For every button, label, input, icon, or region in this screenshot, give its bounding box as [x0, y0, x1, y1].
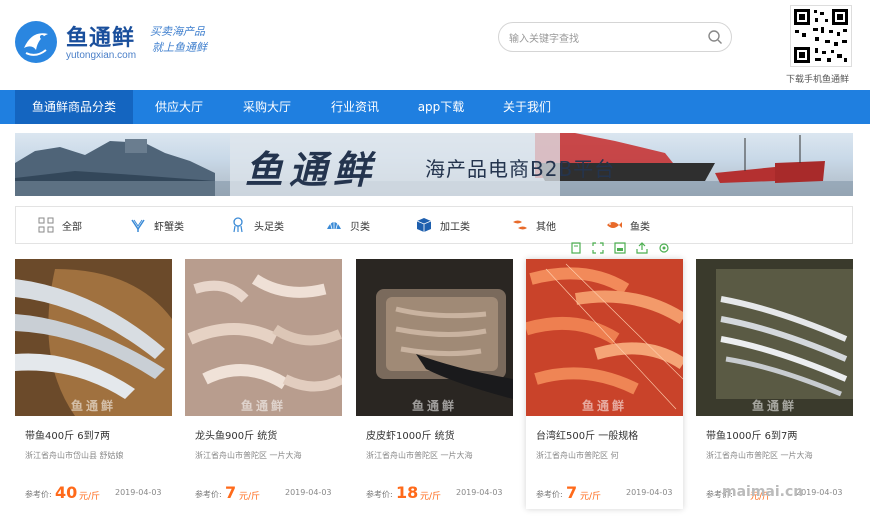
category-label: 全部 [62, 221, 82, 233]
category-label: 其他 [536, 221, 556, 233]
product-date: 2019-04-03 [626, 488, 673, 497]
squid-icon [233, 217, 243, 233]
expand-icon[interactable] [591, 241, 605, 255]
image-toolbar [565, 240, 683, 256]
category-bar: 全部 虾蟹类 头足类 贝类 加工类 其他 鱼类 [15, 206, 853, 244]
product-date: 2019-04-03 [285, 488, 332, 497]
logo-icon[interactable] [14, 20, 58, 64]
category-other[interactable]: 其他 [512, 207, 556, 243]
category-cephalopod[interactable]: 头足类 [230, 207, 284, 243]
mantis-shrimp-photo-icon [356, 259, 513, 416]
product-image[interactable]: 鱼通鲜 [356, 259, 513, 416]
footer-watermark: maimai.cn [722, 484, 804, 500]
category-label: 虾蟹类 [154, 221, 184, 233]
watermark: 鱼通鲜 [240, 399, 286, 413]
box-icon [416, 218, 432, 232]
save-icon[interactable] [613, 241, 627, 255]
product-card[interactable]: 鱼通鲜 带鱼400斤 6到7两 浙江省舟山市岱山县 舒姑娘 参考价: 40 元/… [15, 259, 172, 509]
price-unit: 元/斤 [79, 492, 101, 502]
product-image[interactable]: 鱼通鲜 [185, 259, 342, 416]
product-image[interactable]: 鱼通鲜 [696, 259, 853, 416]
product-title[interactable]: 龙头鱼900斤 统货 [195, 427, 277, 442]
nav-app-download[interactable]: app下载 [402, 90, 480, 124]
price-unit: 元/斤 [239, 492, 261, 502]
logo-text[interactable]: 鱼通鲜 [66, 20, 135, 52]
product-date: 2019-04-03 [456, 488, 503, 497]
product-card[interactable]: 鱼通鲜 龙头鱼900斤 统货 浙江省舟山市普陀区 一片大海 参考价: 7 元/斤… [185, 259, 342, 509]
gear-icon[interactable] [657, 241, 671, 255]
grid-icon [38, 217, 54, 233]
product-location: 浙江省舟山市普陀区 一片大海 [706, 451, 813, 460]
product-location: 浙江省舟山市普陀区 一片大海 [366, 451, 473, 460]
banner-title: 鱼通鲜 [245, 147, 378, 192]
banner-subtitle: 海产品电商B2B平台 [425, 157, 616, 181]
slogan: 买卖海产品 就上鱼通鲜 [150, 24, 207, 56]
category-label: 鱼类 [630, 221, 650, 233]
nav-supply[interactable]: 供应大厅 [140, 90, 218, 124]
category-fish[interactable]: 鱼类 [606, 207, 650, 243]
search-box[interactable]: 输入关键字查找 [498, 22, 732, 52]
qr-code [790, 5, 852, 67]
nav-purchase[interactable]: 采购大厅 [228, 90, 306, 124]
product-image[interactable]: 鱼通鲜 [15, 259, 172, 416]
site-header: 鱼通鲜 yutongxian.com 买卖海产品 就上鱼通鲜 输入关键字查找 下… [0, 0, 870, 90]
product-card[interactable]: 鱼通鲜 带鱼1000斤 6到7两 浙江省舟山市普陀区 一片大海 参考价: 元/斤… [696, 259, 853, 509]
product-location: 浙江省舟山市普陀区 何 [536, 451, 619, 460]
category-all[interactable]: 全部 [38, 207, 82, 243]
banner[interactable]: 鱼通鲜 海产品电商B2B平台 [15, 133, 853, 196]
price-label: 参考价: [536, 490, 563, 499]
product-image[interactable]: 鱼通鲜 [526, 259, 683, 416]
product-date: 2019-04-03 [115, 488, 162, 497]
slogan-line-1: 买卖海产品 [150, 25, 205, 38]
category-processed[interactable]: 加工类 [416, 207, 470, 243]
qr-caption: 下载手机鱼通鲜 [786, 75, 850, 85]
price-value: 40 [55, 483, 78, 502]
search-icon[interactable] [707, 29, 723, 45]
price-label: 参考价: [366, 490, 393, 499]
red-shrimp-photo-icon [526, 259, 683, 416]
qr-code-icon [794, 9, 848, 63]
price-label: 参考价: [25, 490, 52, 499]
price-value: 7 [225, 483, 237, 502]
search-input[interactable]: 输入关键字查找 [509, 30, 579, 45]
product-title[interactable]: 带鱼400斤 6到7两 [25, 427, 110, 442]
category-label: 头足类 [254, 221, 284, 233]
main-nav: 鱼通鲜商品分类 供应大厅 采购大厅 行业资讯 app下载 关于我们 [0, 90, 870, 124]
price-value: 7 [566, 483, 578, 502]
watermark: 鱼通鲜 [581, 399, 627, 413]
shell-icon [327, 219, 341, 230]
watermark: 鱼通鲜 [411, 399, 457, 413]
product-location: 浙江省舟山市岱山县 舒姑娘 [25, 451, 124, 460]
product-location: 浙江省舟山市普陀区 一片大海 [195, 451, 302, 460]
slogan-line-2: 就上鱼通鲜 [152, 41, 207, 54]
price-unit: 元/斤 [580, 492, 602, 502]
category-shellfish[interactable]: 贝类 [326, 207, 370, 243]
copy-icon[interactable] [569, 241, 583, 255]
fish-mix-icon [513, 220, 527, 230]
nav-news[interactable]: 行业资讯 [316, 90, 394, 124]
nav-category[interactable]: 鱼通鲜商品分类 [15, 90, 133, 124]
ribbonfish-crate-photo-icon [696, 259, 853, 416]
category-label: 加工类 [440, 221, 470, 233]
product-title[interactable]: 带鱼1000斤 6到7两 [706, 427, 797, 442]
nav-about[interactable]: 关于我们 [488, 90, 566, 124]
category-shrimp-crab[interactable]: 虾蟹类 [130, 207, 184, 243]
watermark: 鱼通鲜 [70, 399, 116, 413]
product-title[interactable]: 台湾红500斤 一般规格 [536, 427, 638, 442]
product-title[interactable]: 皮皮虾1000斤 统货 [366, 427, 455, 442]
price-unit: 元/斤 [420, 492, 442, 502]
bombay-duck-photo-icon [185, 259, 342, 416]
logo-domain: yutongxian.com [66, 50, 137, 61]
price-label: 参考价: [195, 490, 222, 499]
product-card[interactable]: 鱼通鲜 皮皮虾1000斤 统货 浙江省舟山市普陀区 一片大海 参考价: 18 元… [356, 259, 513, 509]
shrimp-icon [131, 219, 145, 232]
price-value: 18 [396, 483, 419, 502]
fish-icon [607, 222, 622, 228]
category-label: 贝类 [350, 221, 370, 233]
ribbonfish-photo-icon [15, 259, 172, 416]
product-card[interactable]: 鱼通鲜 台湾红500斤 一般规格 浙江省舟山市普陀区 何 参考价: 7 元/斤 … [526, 259, 683, 509]
watermark: 鱼通鲜 [751, 399, 797, 413]
share-icon[interactable] [635, 241, 649, 255]
